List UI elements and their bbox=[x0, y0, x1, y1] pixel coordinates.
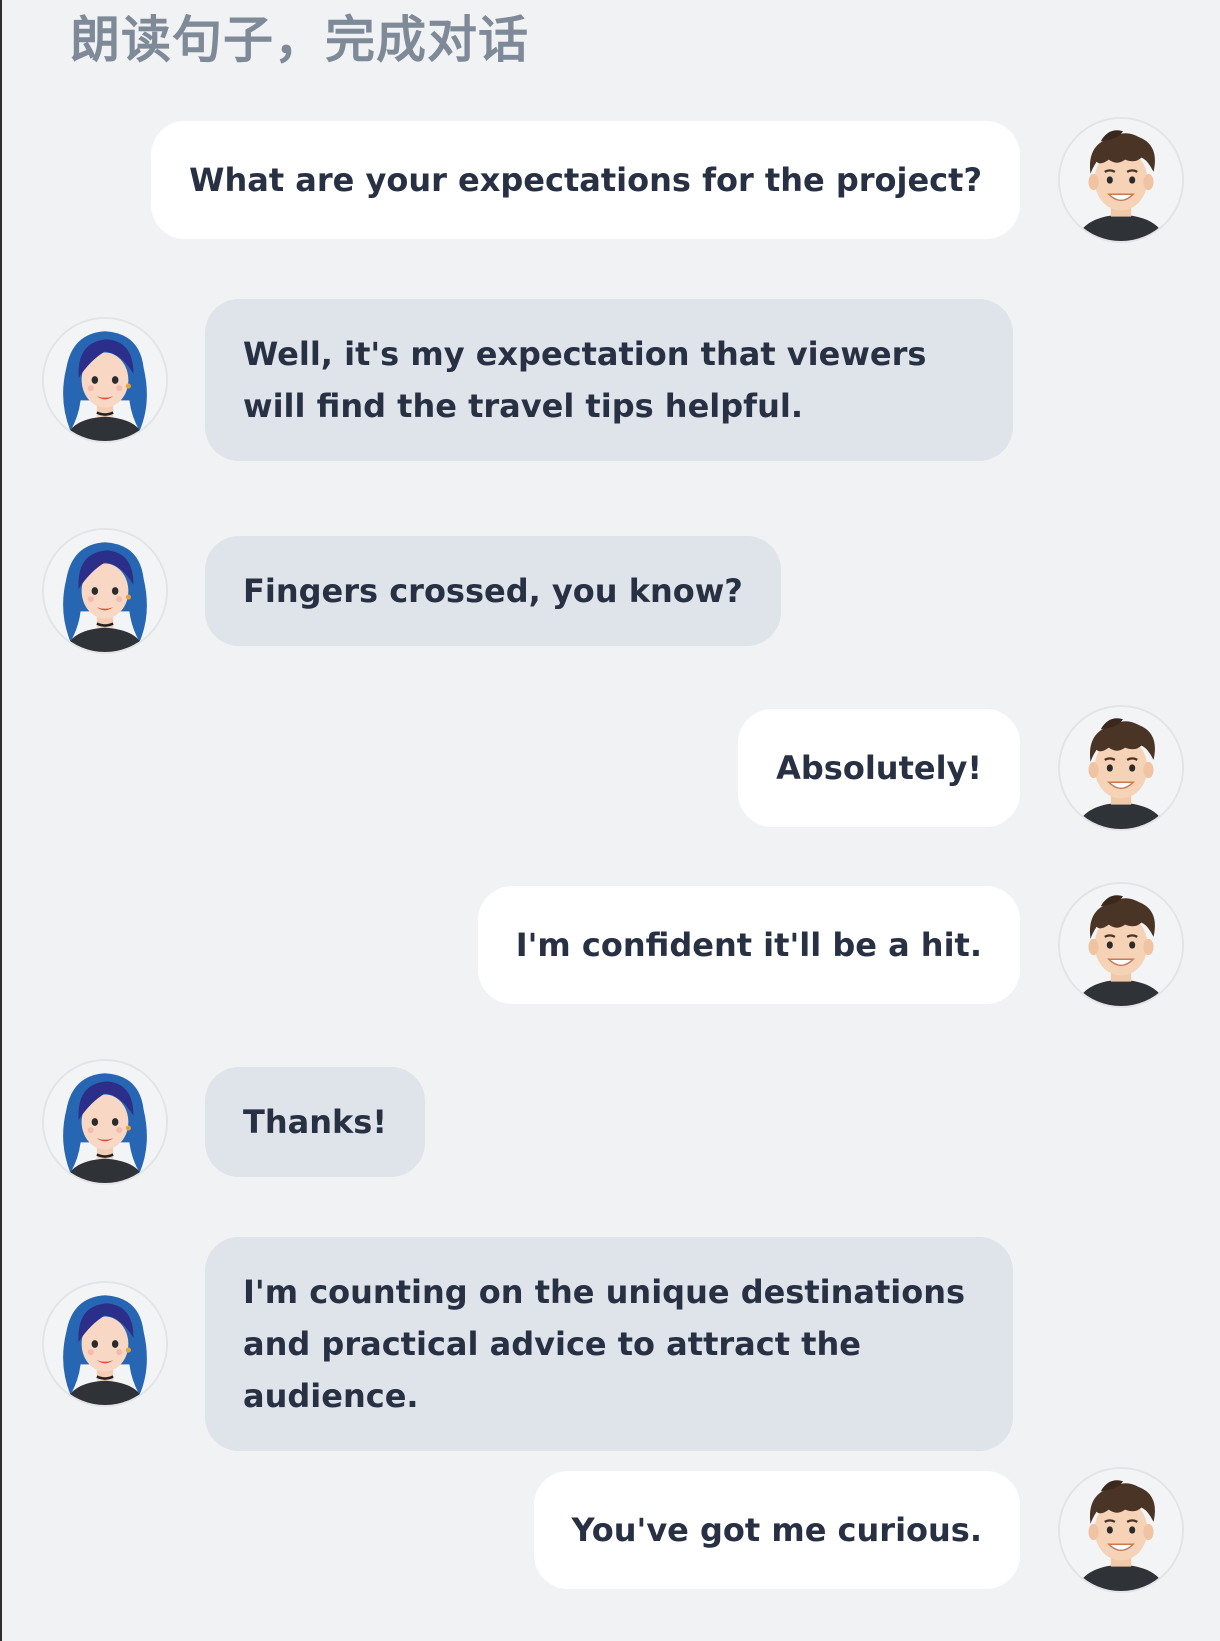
message-bubble[interactable]: Absolutely! bbox=[738, 709, 1020, 827]
message-bubble[interactable]: I'm confident it'll be a hit. bbox=[477, 886, 1020, 1004]
message-6[interactable]: Thanks! bbox=[42, 1059, 425, 1185]
message-3[interactable]: Fingers crossed, you know? bbox=[42, 528, 781, 654]
girl-avatar-icon bbox=[42, 1281, 168, 1407]
message-5[interactable]: I'm confident it'll be a hit. bbox=[477, 882, 1184, 1008]
page-title: 朗读句子，完成对话 bbox=[70, 11, 529, 69]
girl-avatar-icon bbox=[42, 317, 168, 443]
message-bubble[interactable]: What are your expectations for the proje… bbox=[151, 121, 1020, 239]
boy-avatar-icon bbox=[1058, 1467, 1184, 1593]
message-2[interactable]: Well, it's my expectation that viewers w… bbox=[42, 299, 1013, 461]
boy-avatar-icon bbox=[1058, 117, 1184, 243]
boy-avatar-icon bbox=[1058, 882, 1184, 1008]
message-bubble[interactable]: Thanks! bbox=[205, 1067, 425, 1177]
boy-avatar-icon bbox=[1058, 705, 1184, 831]
message-bubble[interactable]: Fingers crossed, you know? bbox=[205, 536, 781, 646]
message-bubble[interactable]: Well, it's my expectation that viewers w… bbox=[205, 299, 1013, 461]
girl-avatar-icon bbox=[42, 528, 168, 654]
girl-avatar-icon bbox=[42, 1059, 168, 1185]
message-4[interactable]: Absolutely! bbox=[738, 705, 1184, 831]
message-bubble[interactable]: I'm counting on the unique destinations … bbox=[205, 1237, 1013, 1451]
message-8[interactable]: You've got me curious. bbox=[533, 1467, 1184, 1593]
message-bubble[interactable]: You've got me curious. bbox=[533, 1471, 1020, 1589]
message-1[interactable]: What are your expectations for the proje… bbox=[151, 117, 1184, 243]
dialogue-page: 朗读句子，完成对话 What are your expectations for… bbox=[2, 0, 1220, 1641]
message-7[interactable]: I'm counting on the unique destinations … bbox=[42, 1237, 1013, 1451]
